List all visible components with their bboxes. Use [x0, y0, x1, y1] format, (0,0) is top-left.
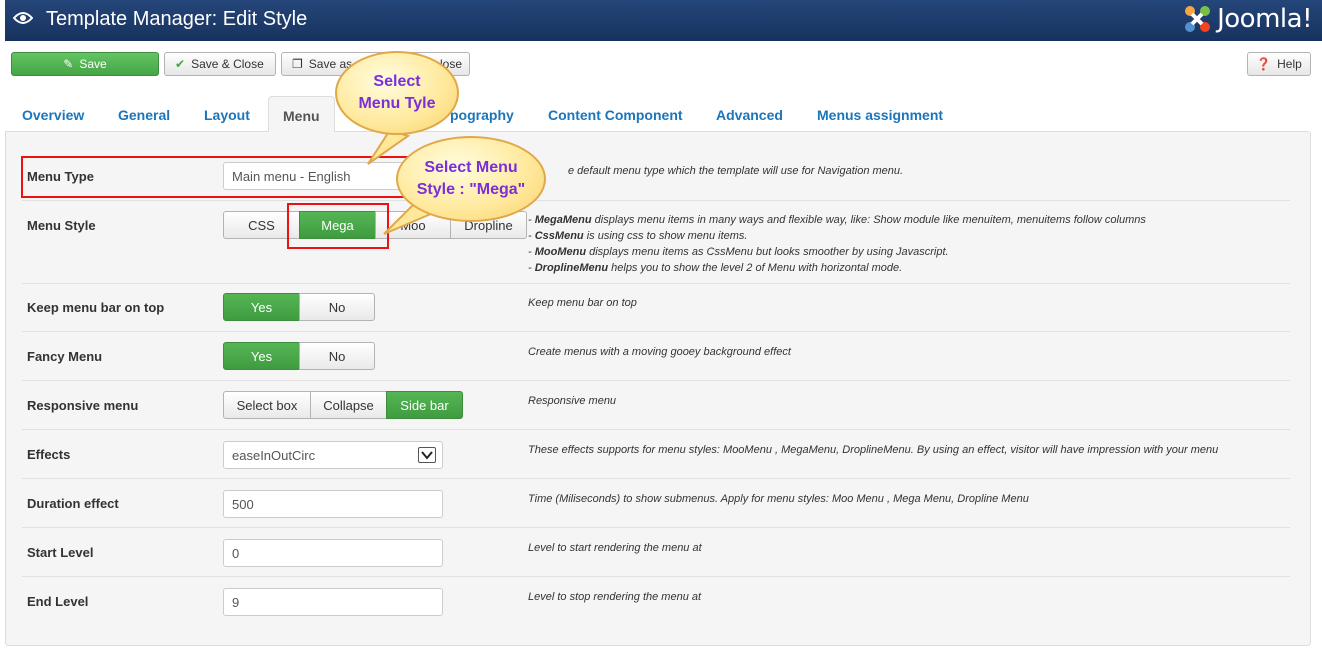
question-icon: ❓: [1256, 57, 1272, 71]
save-close-label: Save & Close: [191, 57, 264, 71]
tab-advanced[interactable]: Advanced: [716, 107, 783, 123]
end-level-desc: Level to stop rendering the menu at: [528, 591, 702, 603]
desc-text: displays menu items as CssMenu but looks…: [586, 246, 949, 258]
menu-type-desc: e default menu type which the template w…: [568, 165, 904, 177]
responsive-select-box-button[interactable]: Select box: [223, 391, 311, 419]
fancy-menu-toggle: Yes No: [223, 342, 375, 370]
help-label: Help: [1277, 57, 1302, 71]
tab-menus-assignment[interactable]: Menus assignment: [817, 107, 943, 123]
callout-menu-style-text: Select Menu Style : "Mega": [416, 159, 526, 198]
eye-icon: [13, 12, 33, 24]
menu-style-css-button[interactable]: CSS: [223, 211, 300, 239]
copy-icon: ❐: [292, 57, 303, 71]
fancy-no-button[interactable]: No: [299, 342, 375, 370]
save-button[interactable]: ✎ Save: [11, 52, 159, 76]
keep-top-desc: Keep menu bar on top: [528, 297, 637, 309]
row-divider: [22, 429, 1290, 430]
desc-text: is using css to show menu items.: [583, 230, 748, 242]
tab-layout[interactable]: Layout: [204, 107, 250, 123]
row-divider: [22, 283, 1290, 284]
desc-term: MooMenu: [534, 246, 587, 258]
menu-settings-panel: [5, 132, 1311, 646]
desc-term: CssMenu: [534, 230, 584, 242]
tab-overview[interactable]: Overview: [22, 107, 84, 123]
menu-style-label: Menu Style: [27, 218, 96, 233]
row-divider: [22, 527, 1290, 528]
fancy-menu-desc: Create menus with a moving gooey backgro…: [528, 346, 791, 358]
duration-label: Duration effect: [27, 496, 119, 511]
joomla-logo-icon: [1185, 6, 1211, 32]
effects-label: Effects: [27, 447, 71, 462]
edit-icon: ✎: [63, 57, 74, 71]
save-close-button[interactable]: ✔ Save & Close: [164, 52, 276, 76]
chevron-down-icon[interactable]: [418, 447, 436, 463]
callout-menu-type-text: Select Menu Tyle: [358, 73, 436, 112]
keep-top-yes-button[interactable]: Yes: [223, 293, 300, 321]
tab-menu[interactable]: Menu: [268, 96, 335, 133]
duration-input[interactable]: 500: [223, 490, 443, 518]
check-icon: ✔: [175, 57, 186, 71]
page-title: Template Manager: Edit Style: [46, 8, 308, 30]
effects-value: easeInOutCirc: [232, 448, 316, 463]
row-divider: [22, 576, 1290, 577]
desc-text: displays menu items in many ways and fle…: [591, 214, 1146, 226]
keep-top-no-button[interactable]: No: [299, 293, 375, 321]
menu-style-mega-button[interactable]: Mega: [299, 211, 376, 239]
save-label: Save: [79, 57, 107, 71]
menu-style-desc-line: - CssMenu is using css to show menu item…: [528, 230, 748, 242]
menu-style-desc-line: - MooMenu displays menu items as CssMenu…: [528, 246, 949, 258]
start-level-label: Start Level: [27, 545, 94, 560]
callout-menu-type: Select Menu Tyle: [335, 51, 459, 135]
menu-style-desc-line: - MegaMenu displays menu items in many w…: [528, 214, 1146, 226]
end-level-input[interactable]: 9: [223, 588, 443, 616]
tab-typography[interactable]: pography: [450, 107, 514, 123]
end-level-label: End Level: [27, 594, 89, 609]
app-header: Template Manager: Edit Style Joomla!: [5, 0, 1322, 41]
row-divider: [22, 380, 1290, 381]
responsive-menu-group: Select box Collapse Side bar: [223, 391, 463, 419]
effects-desc: These effects supports for menu styles: …: [528, 444, 1219, 456]
tab-general[interactable]: General: [118, 107, 170, 123]
fancy-yes-button[interactable]: Yes: [223, 342, 300, 370]
menu-style-desc-line: - DroplineMenu helps you to show the lev…: [528, 262, 903, 274]
responsive-collapse-button[interactable]: Collapse: [310, 391, 387, 419]
desc-term: DroplineMenu: [534, 262, 609, 274]
keep-top-toggle: Yes No: [223, 293, 375, 321]
effects-select[interactable]: easeInOutCirc: [223, 441, 443, 469]
row-divider: [22, 200, 1290, 201]
help-button[interactable]: ❓ Help: [1247, 52, 1311, 76]
tab-bar: Overview General Layout Menu pography Co…: [5, 96, 1309, 133]
fancy-menu-label: Fancy Menu: [27, 349, 103, 364]
responsive-menu-label: Responsive menu: [27, 398, 139, 413]
keep-top-label: Keep menu bar on top: [27, 300, 165, 315]
desc-term: MegaMenu: [534, 214, 592, 226]
menu-type-label: Menu Type: [27, 169, 94, 184]
brand-name: Joomla!: [1217, 4, 1312, 34]
tab-content-component[interactable]: Content Component: [548, 107, 683, 123]
duration-desc: Time (Miliseconds) to show submenus. App…: [528, 493, 1029, 505]
responsive-menu-desc: Responsive menu: [528, 395, 617, 407]
menu-style-desc: - MegaMenu displays menu items in many w…: [528, 212, 1146, 276]
row-divider: [22, 331, 1290, 332]
desc-text: helps you to show the level 2 of Menu wi…: [608, 262, 903, 274]
responsive-side-bar-button[interactable]: Side bar: [386, 391, 463, 419]
joomla-logo: Joomla!: [1181, 3, 1312, 35]
callout-menu-style: Select Menu Style : "Mega": [396, 136, 546, 222]
row-divider: [22, 478, 1290, 479]
start-level-desc: Level to start rendering the menu at: [528, 542, 702, 554]
start-level-input[interactable]: 0: [223, 539, 443, 567]
